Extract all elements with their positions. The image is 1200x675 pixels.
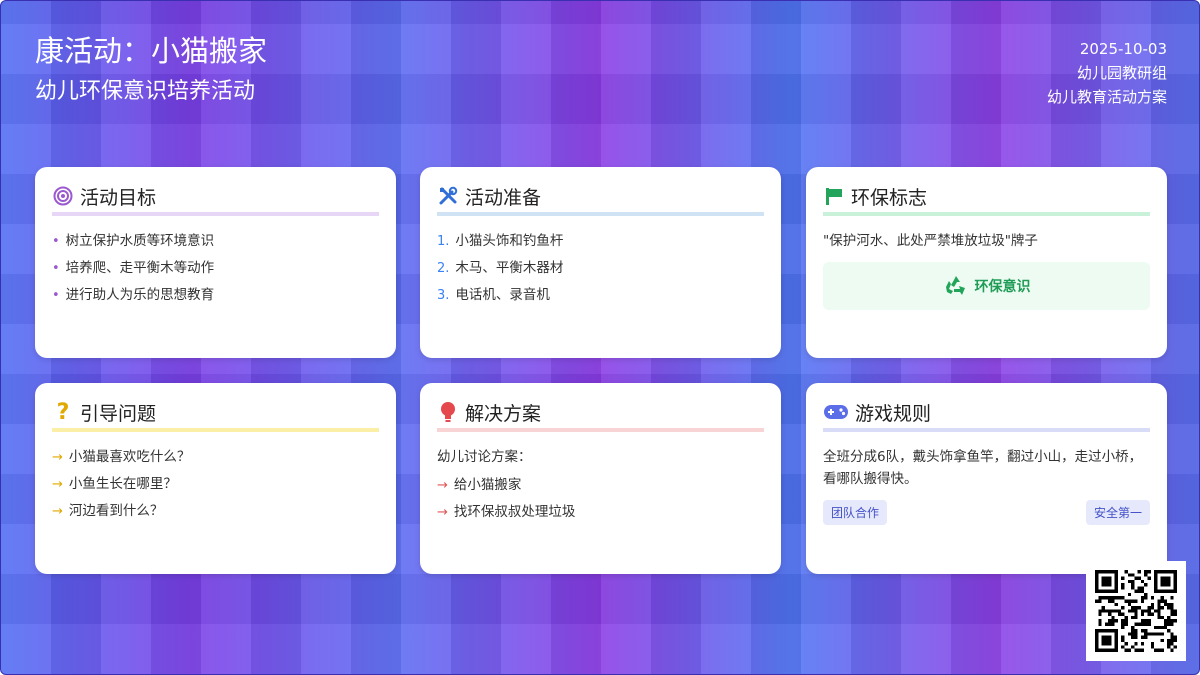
questions-card-header: ? 引导问题	[52, 397, 379, 432]
list-item: → 小鱼生长在哪里？	[52, 476, 177, 492]
solutions-list: → 给小猫搬家 → 找环保叔叔处理垃圾	[437, 472, 764, 526]
goals-card: 活动目标 • 树立保护水质等环境意识 • 培养爬、走平衡木等动作 • 进行助人为乐的思…	[35, 167, 396, 358]
list-item: • 培养爬、走平衡木等动作	[52, 260, 215, 276]
gamepad-icon	[823, 401, 849, 423]
sign-card-header: 环保标志	[823, 181, 1150, 216]
slide: 康活动：小猫搬家 幼儿环保意识培养活动 2025-10-03 幼儿园教研组 幼儿…	[0, 0, 1200, 675]
question-icon: ?	[56, 399, 70, 425]
prep-list: 1. 小猫头饰和钓鱼杆 2. 木马、平衡木器材 3. 电话机、录音机	[437, 228, 764, 309]
list-item: → 小猫最喜欢吃什么？	[52, 449, 191, 465]
header-meta: 2025-10-03 幼儿园教研组 幼儿教育活动方案	[1047, 37, 1167, 109]
rules-card-title: 游戏规则	[855, 402, 932, 425]
questions-list: → 小猫最喜欢吃什么？ → 小鱼生长在哪里？ → 河边看到什么？	[52, 444, 379, 525]
list-item: 3. 电话机、录音机	[437, 287, 550, 303]
solutions-card-title: 解决方案	[465, 402, 542, 425]
header-left: 康活动：小猫搬家 幼儿环保意识培养活动	[35, 31, 267, 107]
list-item: 1. 小猫头饰和钓鱼杆	[437, 233, 564, 249]
list-item: 2. 木马、平衡木器材	[437, 260, 564, 276]
solutions-card-header: 解决方案	[437, 397, 764, 432]
eco-badge-label: 环保意识	[974, 279, 1031, 295]
tag-safety: 安全第一	[1085, 500, 1150, 525]
list-item: → 找环保叔叔处理垃圾	[437, 504, 576, 520]
tools-icon	[437, 185, 459, 207]
page-title: 康活动：小猫搬家	[35, 34, 268, 68]
prep-card: 活动准备 1. 小猫头饰和钓鱼杆 2. 木马、平衡木器材 3. 电话机、录音机	[420, 167, 781, 358]
flag-icon	[823, 185, 845, 207]
solutions-card: 解决方案 幼儿讨论方案： → 给小猫搬家 → 找环保叔叔处理垃圾	[420, 383, 781, 574]
rules-tags: 团队合作 安全第一	[823, 500, 1150, 525]
goals-card-title: 活动目标	[80, 186, 157, 209]
recycle-icon	[943, 274, 969, 298]
list-item: • 树立保护水质等环境意识	[52, 233, 215, 249]
questions-card-title: 引导问题	[80, 402, 157, 425]
list-item: → 给小猫搬家	[437, 477, 522, 493]
date-text: 2025-10-03	[1079, 40, 1167, 58]
prep-card-title: 活动准备	[465, 186, 542, 209]
rules-text: 全班分成6队，戴头饰拿鱼竿，翻过小山，走过小桥，看哪队搬得快。	[823, 449, 1143, 487]
eco-badge: 环保意识	[823, 262, 1150, 310]
questions-card: ? 引导问题 → 小猫最喜欢吃什么？ → 小鱼生长在哪里？ → 河边看到什么？	[35, 383, 396, 574]
goals-list: • 树立保护水质等环境意识 • 培养爬、走平衡木等动作 • 进行助人为乐的思想教育	[52, 228, 379, 309]
tag-teamwork: 团队合作	[823, 500, 888, 525]
prep-card-header: 活动准备	[437, 181, 764, 216]
sign-text: "保护河水、此处严禁堆放垃圾"牌子	[823, 233, 1038, 249]
lightbulb-icon	[437, 401, 459, 423]
list-item: → 河边看到什么？	[52, 503, 164, 519]
rules-card-header: 游戏规则	[823, 397, 1150, 432]
list-item: • 进行助人为乐的思想教育	[52, 287, 215, 303]
sign-card: 环保标志 "保护河水、此处严禁堆放垃圾"牌子 环保意识	[806, 167, 1167, 358]
qr-code-image	[1095, 570, 1177, 652]
qr-code	[1086, 561, 1186, 661]
category-text: 幼儿教育活动方案	[1046, 88, 1167, 106]
solutions-intro: 幼儿讨论方案：	[437, 449, 532, 465]
page-subtitle: 幼儿环保意识培养活动	[35, 79, 256, 104]
sign-card-title: 环保标志	[851, 186, 928, 209]
goals-card-header: 活动目标	[52, 181, 379, 216]
org-text: 幼儿园教研组	[1076, 64, 1167, 82]
target-icon	[52, 185, 74, 207]
rules-card: 游戏规则 全班分成6队，戴头饰拿鱼竿，翻过小山，走过小桥，看哪队搬得快。 团队合…	[806, 383, 1167, 574]
